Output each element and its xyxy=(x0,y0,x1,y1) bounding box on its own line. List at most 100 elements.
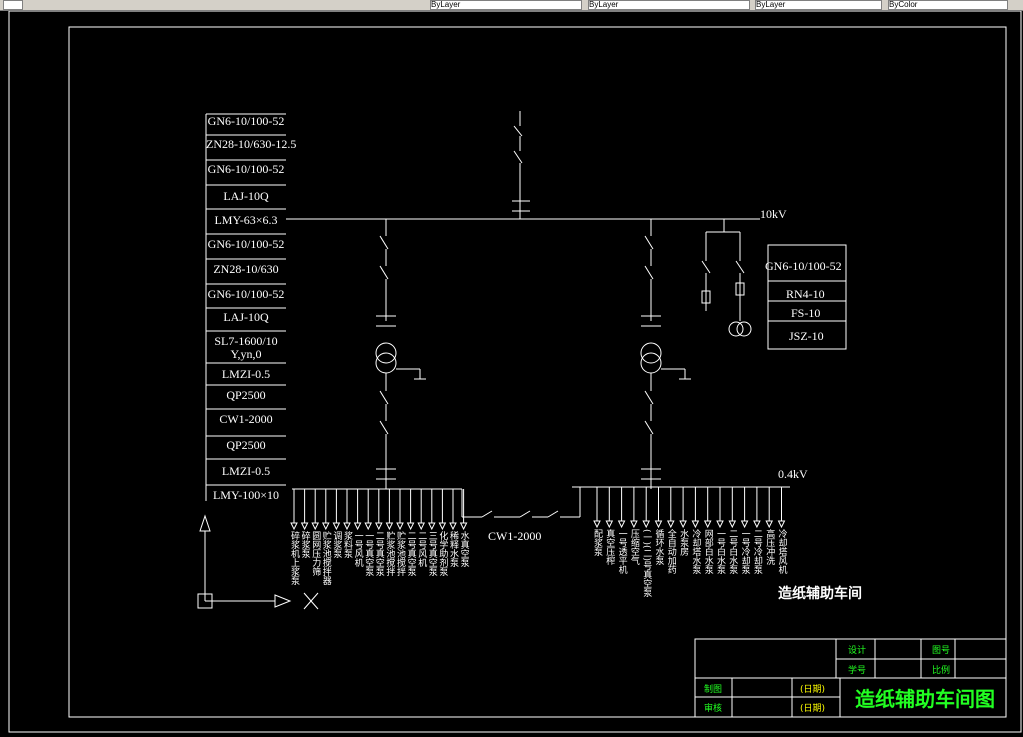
workshop-label: 造纸辅助车间 xyxy=(778,586,862,602)
feeder-arrow xyxy=(374,522,383,531)
feeder-label: 碎浆机上浆泵 xyxy=(289,531,299,585)
feeder1-switch xyxy=(379,235,389,250)
left-spec-label: QP2500 xyxy=(226,388,266,402)
feeder-arrow xyxy=(777,520,786,529)
tb-drawn-label: 制图 xyxy=(704,685,723,695)
feeder1-lv-breaker xyxy=(379,420,389,435)
feeder-label: 一号真空泵 xyxy=(363,531,374,576)
left-spec-label: CW1-2000 xyxy=(219,412,273,426)
plotstyle-dropdown[interactable]: ByColor xyxy=(888,0,1008,10)
pt-switch xyxy=(735,260,745,274)
feeder-label: 水真空泵 xyxy=(458,531,469,567)
feeder-label: 调浆泵 xyxy=(331,531,342,558)
outer-frame xyxy=(8,11,1022,733)
feeder-label: 高压冲洗 xyxy=(764,529,775,565)
feeder-label: 一号白水泵 xyxy=(715,529,725,574)
left-spec-label: LMY-100×10 xyxy=(212,488,280,502)
tb-design-label: 设计 xyxy=(848,646,867,656)
feeder-arrow xyxy=(438,522,447,531)
left-spec-label: Y,yn,0 xyxy=(230,347,262,361)
feeder-arrow xyxy=(716,520,724,529)
tie-switch xyxy=(481,510,493,518)
feeder-label: 三号真空泵 xyxy=(426,531,437,576)
feeder-label: 二号白水泵 xyxy=(727,529,738,574)
feeder-label: 贮浆池搅拌 xyxy=(384,531,395,576)
left-spec-label: LMZI-0.5 xyxy=(221,367,271,381)
feeder1-lv-switch xyxy=(379,390,389,405)
right-spec-label: RN4-10 xyxy=(786,287,825,301)
left-spec-label: GN6-10/100-52 xyxy=(207,114,285,128)
dropdown-value: ByColor xyxy=(889,0,918,9)
right-spec-label: FS-10 xyxy=(791,306,821,320)
feeder-arrow xyxy=(343,522,351,531)
incoming-switch xyxy=(513,125,523,137)
feeder-label: 化学助剂泵 xyxy=(437,531,448,576)
feeder-arrow xyxy=(290,522,298,531)
drawing-canvas[interactable]: GN6-10/100-52 ZN28-10/630-12.5 GN6-10/100-… xyxy=(0,11,1023,737)
left-spec-label: QP2500 xyxy=(226,438,266,452)
feeder-label: 贮浆池搅拌 xyxy=(395,531,405,576)
feeder-label: 配浆泵 xyxy=(592,529,602,556)
dropdown-value: ByLayer xyxy=(589,0,619,9)
ucs-y-arrow xyxy=(199,514,211,532)
feeder-arrow xyxy=(593,520,601,529)
feeder-label: 一号透平机 xyxy=(616,529,627,574)
feeder-arrow xyxy=(364,522,373,531)
left-spec-label: ZN28-10/630-12.5 xyxy=(206,137,297,151)
feeder-arrow xyxy=(427,522,436,531)
feeder-arrow xyxy=(753,520,761,529)
feeder-label: 贮浆池搅拌器 xyxy=(320,531,331,585)
feeder-label: 冷却塔风机 xyxy=(776,529,787,574)
right-spec-label: GN6-10/100-52 xyxy=(765,259,842,273)
dropdown-value: ByLayer xyxy=(756,0,786,9)
cad-toolbar: ByLayer ByLayer ByLayer ByColor xyxy=(0,0,1023,11)
feeder-arrow xyxy=(728,520,737,529)
feeder2-lv-switch xyxy=(644,390,654,405)
feeder-arrow xyxy=(617,520,626,529)
feeder-label: 二号真空泵 xyxy=(405,531,416,576)
left-spec-label: GN6-10/100-52 xyxy=(207,162,285,176)
incoming-breaker xyxy=(513,150,523,164)
tb-scale-label: 比例 xyxy=(932,666,951,676)
feeder-label: 网部白水泵 xyxy=(702,529,713,574)
left-spec-label: LAJ-10Q xyxy=(223,310,269,324)
tie-switch xyxy=(547,510,559,518)
linetype-dropdown[interactable]: ByLayer xyxy=(588,0,750,10)
feeder-label: 二号真空泵 xyxy=(373,531,384,576)
feeder-label: 碎浆泵 xyxy=(299,531,310,558)
feeder-arrow xyxy=(679,520,687,529)
feeder2-lv-breaker xyxy=(644,420,654,435)
lv-feeder-lines xyxy=(290,487,786,531)
feeder-arrow xyxy=(406,522,415,531)
feeder-arrow xyxy=(666,520,675,529)
feeder-label: 循环水泵 xyxy=(653,529,664,565)
feeder-arrow xyxy=(630,520,638,529)
feeder1-breaker xyxy=(379,265,389,280)
feeder-label: 二号冷却泵 xyxy=(751,529,762,574)
hv-bus-label: 10kV xyxy=(760,207,787,221)
lineweight-dropdown[interactable]: ByLayer xyxy=(755,0,882,10)
tb-student-label: 学号 xyxy=(848,666,867,676)
feeder-arrow xyxy=(321,522,330,531)
left-spec-label: ZN28-10/630 xyxy=(213,262,279,276)
feeder-arrow xyxy=(396,522,404,531)
feeder2-breaker xyxy=(644,265,654,280)
tb-drawing-title: 造纸辅助车间图 xyxy=(855,687,995,711)
feeder-label: 浆料泵 xyxy=(342,531,352,558)
feeder-arrow xyxy=(311,522,320,531)
lv-bus-label: 0.4kV xyxy=(778,467,808,481)
left-spec-label: LMY-63×6.3 xyxy=(214,213,278,227)
feeder-label: 一号冷却泵 xyxy=(739,529,750,574)
layer-dropdown[interactable]: ByLayer xyxy=(430,0,582,10)
tb-date-2: (日期) xyxy=(800,704,826,714)
left-spec-label: GN6-10/100-52 xyxy=(207,237,285,251)
feeder-label: 冷却塔水泵 xyxy=(690,529,701,574)
pt-primary xyxy=(728,321,744,337)
feeder-arrow xyxy=(605,520,614,529)
feeder-arrow xyxy=(449,522,457,531)
feeder-arrow xyxy=(740,520,749,529)
tb-date-1: (日期) xyxy=(800,685,826,695)
feeder-label: 二号风机 xyxy=(416,531,427,567)
toolbar-button[interactable] xyxy=(3,0,23,10)
right-spec-label: JSZ-10 xyxy=(789,329,824,343)
